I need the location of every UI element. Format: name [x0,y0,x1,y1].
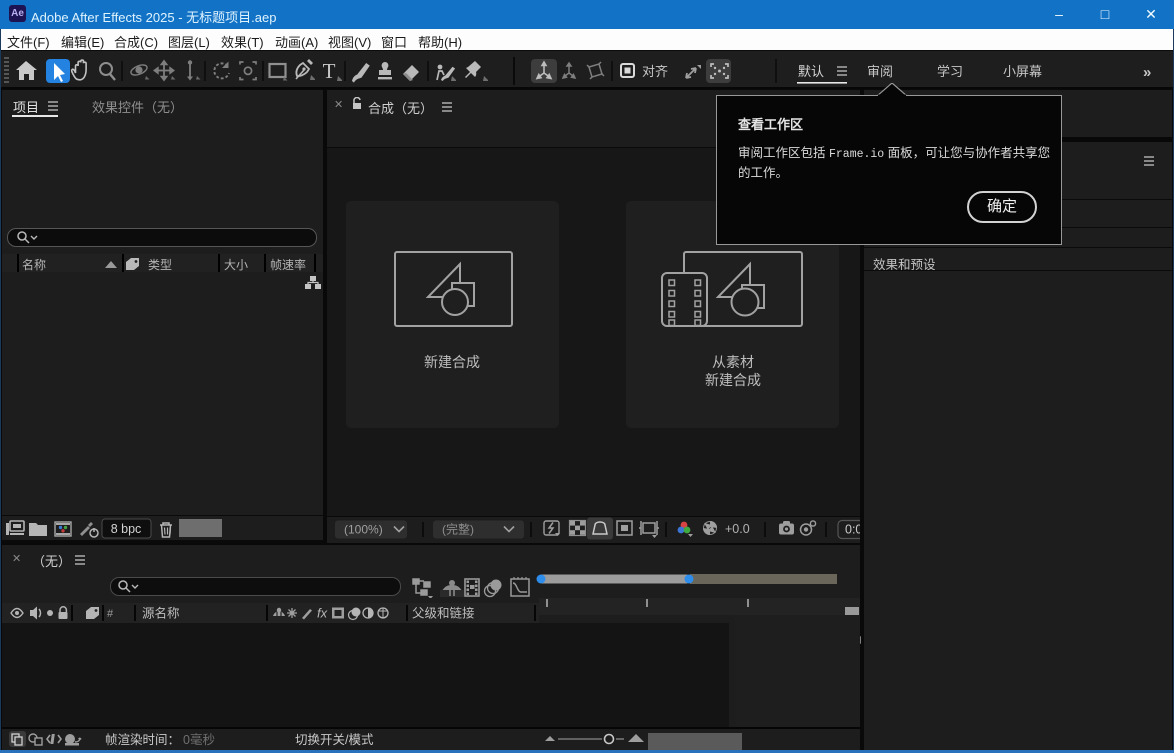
svg-text:T: T [323,59,336,83]
svg-text:»: » [1143,64,1151,81]
svg-text:新建合成: 新建合成 [705,372,761,388]
svg-text:(100%): (100%) [344,523,383,537]
svg-text:fx: fx [317,606,328,621]
svg-text:对齐: 对齐 [642,64,668,79]
svg-text:切换开关/模式: 切换开关/模式 [295,733,374,747]
svg-text:帧渲染时间：: 帧渲染时间： [105,732,180,747]
svg-text:审阅: 审阅 [867,64,893,79]
svg-text:+0.0: +0.0 [725,522,750,536]
svg-text:#: # [107,608,114,620]
svg-text:从素材: 从素材 [712,354,754,370]
svg-text:默认: 默认 [798,64,824,79]
svg-text:父级和链接: 父级和链接 [412,606,475,621]
svg-text:小屏幕: 小屏幕 [1003,64,1042,79]
svg-text:0毫秒: 0毫秒 [183,732,215,747]
svg-text:新建合成: 新建合成 [424,354,480,370]
svg-text:0:0: 0:0 [845,523,860,537]
svg-text:8 bpc: 8 bpc [111,522,142,536]
svg-text:(完整): (完整) [442,522,474,537]
svg-text:源名称: 源名称 [142,606,180,621]
svg-text:学习: 学习 [937,64,963,79]
